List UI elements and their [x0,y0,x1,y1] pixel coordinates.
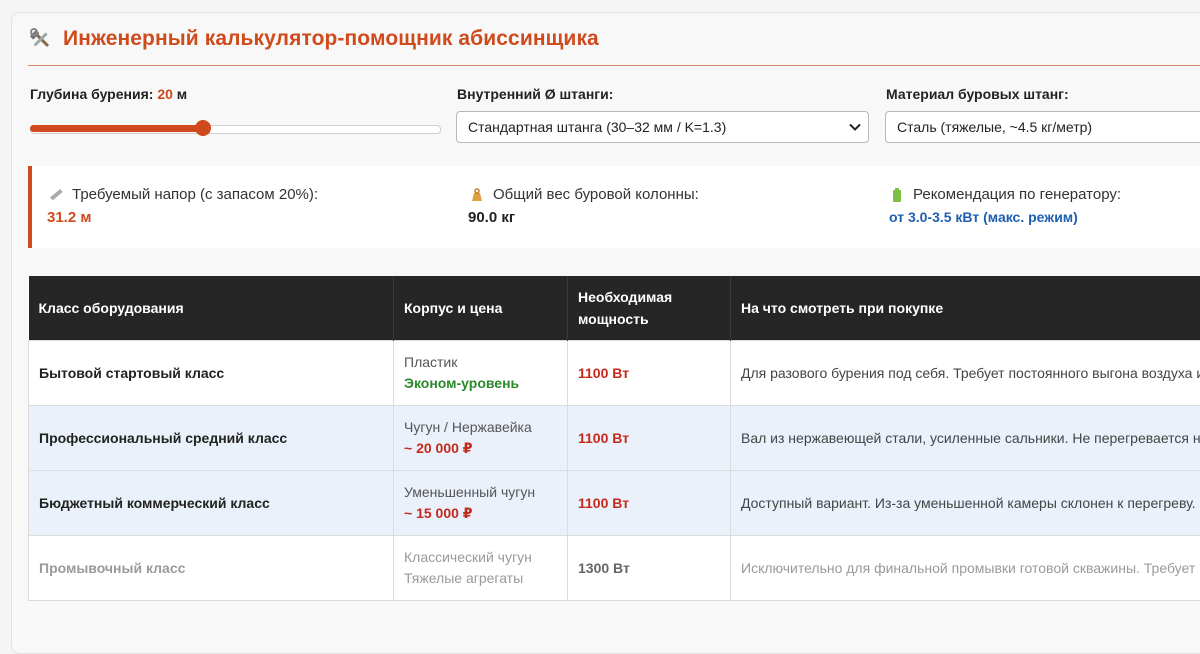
weight-stat-label: Общий вес буровой колонны: [469,186,699,203]
generator-stat-label: Рекомендация по генератору: [889,186,1121,203]
depth-label-row: Глубина бурения: 20 м [30,86,187,102]
depth-unit: м [177,86,187,102]
title-divider [28,65,1200,66]
row-body-material: Классический чугун [404,547,557,568]
row-body-material: Пластик [404,352,557,373]
results-panel [28,166,1200,248]
rod-diameter-selected: Стандартная штанга (30–32 мм / K=1.3) [468,119,726,135]
row-note: Доступный вариант. Из-за уменьшенной кам… [731,471,1200,536]
row-body: Чугун / Нержавейка ~ 20 000 ₽ [394,406,568,471]
row-power: 1100 Вт [568,406,731,471]
title-row: Инженерный калькулятор-помощник абиссинщ… [29,24,599,54]
weight-label-text: Общий вес буровой колонны: [493,186,699,203]
rod-diameter-select[interactable]: Стандартная штанга (30–32 мм / K=1.3) [456,111,869,143]
row-note: Исключительно для финальной промывки гот… [731,536,1200,601]
generator-stat-value: от 3.0-3.5 кВт (макс. режим) [889,209,1078,225]
weight-icon [469,187,485,203]
row-class: Промывочный класс [29,536,394,601]
head-stat-value: 31.2 м [47,209,91,226]
ruler-icon [48,187,64,203]
col-header-notes: На что смотреть при покупке [731,276,1200,341]
head-stat-label: Требуемый напор (с запасом 20%): [48,186,318,203]
row-body: Классический чугун Тяжелые агрегаты [394,536,568,601]
row-note: Для разового бурения под себя. Требует п… [731,341,1200,406]
rod-diameter-label: Внутренний Ø штанги: [457,86,613,102]
row-class: Профессиональный средний класс [29,406,394,471]
row-body-price: ~ 20 000 ₽ [404,438,557,459]
row-body-material: Чугун / Нержавейка [404,417,557,438]
head-label-text: Требуемый напор (с запасом 20%): [72,186,318,203]
rod-material-selected: Сталь (тяжелые, ~4.5 кг/метр) [897,119,1092,135]
table-row: Профессиональный средний класс Чугун / Н… [29,406,1200,471]
rod-material-select[interactable]: Сталь (тяжелые, ~4.5 кг/метр) [885,111,1200,143]
row-note: Вал из нержавеющей стали, усиленные саль… [731,406,1200,471]
battery-icon [889,187,905,203]
slider-thumb[interactable] [195,120,211,136]
col-header-power-line2: мощность [578,311,649,327]
depth-value: 20 [157,86,173,102]
hammer-wrench-icon [29,27,53,51]
row-body-price: Эконом-уровень [404,373,557,394]
row-body-price: Тяжелые агрегаты [404,568,557,589]
chevron-down-icon [848,120,862,134]
col-header-power-line1: Необходимая [578,289,672,305]
depth-slider[interactable] [30,121,441,135]
row-class: Бюджетный коммерческий класс [29,471,394,536]
table-row: Промывочный класс Классический чугун Тяж… [29,536,1200,601]
table-header-row: Класс оборудования Корпус и цена Необход… [29,276,1200,341]
rod-material-label: Материал буровых штанг: [886,86,1069,102]
row-power: 1100 Вт [568,341,731,406]
row-body-material: Уменьшенный чугун [404,482,557,503]
col-header-class: Класс оборудования [29,276,394,341]
equipment-table: Класс оборудования Корпус и цена Необход… [28,276,1200,601]
table-row: Бытовой стартовый класс Пластик Эконом-у… [29,341,1200,406]
row-body: Уменьшенный чугун ~ 15 000 ₽ [394,471,568,536]
col-header-power: Необходимая мощность [568,276,731,341]
row-power: 1100 Вт [568,471,731,536]
depth-label: Глубина бурения: [30,86,153,102]
row-power: 1300 Вт [568,536,731,601]
row-body: Пластик Эконом-уровень [394,341,568,406]
row-body-price: ~ 15 000 ₽ [404,503,557,524]
slider-fill [30,125,203,132]
weight-stat-value: 90.0 кг [468,209,515,226]
table-row: Бюджетный коммерческий класс Уменьшенный… [29,471,1200,536]
generator-label-text: Рекомендация по генератору: [913,186,1121,203]
row-class: Бытовой стартовый класс [29,341,394,406]
page-title: Инженерный калькулятор-помощник абиссинщ… [63,27,599,51]
col-header-body: Корпус и цена [394,276,568,341]
